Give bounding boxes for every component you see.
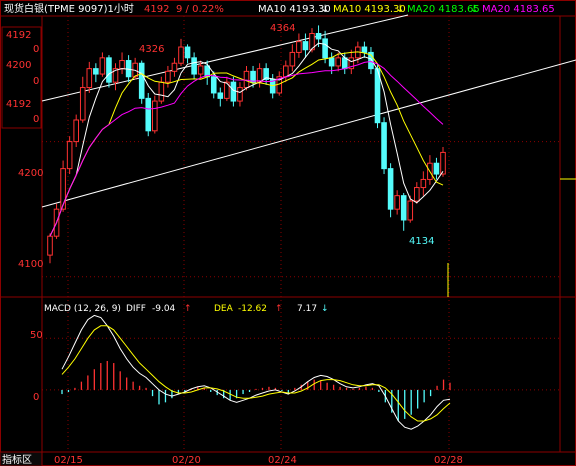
comparison-box-line: 4192 — [6, 30, 31, 41]
macd-axis-label-50: 50 — [30, 330, 43, 341]
candle-body — [158, 81, 165, 102]
candle-body — [171, 62, 178, 72]
candle-body — [99, 57, 106, 75]
annotation-high-2: 4364 — [270, 23, 295, 34]
annotation-low-1: 4134 — [409, 236, 434, 247]
price-change: 9 / 0.22% — [176, 4, 224, 15]
annotation-high-1: 4326 — [139, 44, 164, 55]
comparison-box-line: 0 — [33, 76, 39, 87]
dea-value: -12.62 — [238, 304, 267, 314]
ma10-arrow-a: ↓ — [321, 4, 329, 15]
candle-body — [152, 100, 158, 132]
candle-body — [210, 76, 217, 94]
date-label: 02/20 — [172, 455, 201, 466]
candle-body — [400, 195, 407, 221]
candle-body — [230, 81, 237, 102]
ma20-label-a: MA20 4183.65 — [407, 4, 480, 15]
ma20-label-b: MA20 4183.65 — [482, 4, 555, 15]
ma10-arrow-b: ↓ — [396, 4, 404, 15]
comparison-box-line: 4200 — [6, 60, 31, 71]
candlestick-series — [47, 25, 446, 264]
candle-body — [328, 57, 335, 67]
dea-arrow: ↑ — [275, 304, 283, 314]
candle-body — [86, 68, 93, 89]
diff-arrow: ↑ — [184, 304, 192, 314]
indicator-area-label[interactable]: 指标区 — [2, 453, 32, 466]
macd-value: 7.17 — [297, 304, 317, 314]
macd-label: MACD (12, 26, 9) — [44, 304, 121, 314]
candle-body — [289, 51, 296, 67]
candle-body — [145, 97, 152, 132]
candle-body — [433, 162, 440, 175]
date-label: 02/15 — [54, 455, 83, 466]
candle-body — [60, 168, 66, 210]
ma10-label-a: MA10 4193.30 — [258, 4, 331, 15]
comparison-box: 4192 0 4200 0 4192 0 — [1, 26, 42, 129]
candle-body — [302, 41, 309, 51]
candle-body — [414, 187, 420, 202]
candle-body — [361, 46, 368, 53]
candle-body — [243, 70, 250, 89]
candle-body — [394, 195, 400, 210]
bottom-bar: 指标区 02/15 02/20 02/24 02/28 — [0, 451, 463, 466]
candle-body — [79, 87, 86, 121]
candle-body — [184, 46, 191, 59]
diff-value: -9.04 — [152, 304, 176, 314]
candle-body — [283, 65, 289, 78]
candle-body — [420, 178, 427, 189]
candle-body — [315, 33, 322, 40]
date-label: 02/24 — [268, 455, 297, 466]
dea-label: DEA — [214, 304, 234, 314]
candle-body — [197, 65, 204, 75]
candle-body — [387, 168, 394, 210]
candle-body — [256, 68, 263, 83]
chart-title: 现货白银(TPME 9097)1小时 — [4, 2, 134, 15]
macd-arrow: ↓ — [321, 304, 329, 314]
candle-body — [407, 200, 414, 221]
diff-label: DIFF — [126, 304, 146, 314]
ma10-label-b: MA10 4193.30 — [333, 4, 406, 15]
candle-body — [335, 57, 341, 67]
candle-body — [381, 122, 387, 170]
candle-body — [47, 235, 53, 256]
last-price: 4192 — [144, 4, 169, 15]
price-axis-label-4200: 4200 — [18, 168, 43, 179]
candle-body — [178, 46, 184, 64]
candle-body — [165, 70, 171, 83]
candle-body — [73, 119, 80, 143]
candle-body — [237, 87, 243, 102]
candle-body — [217, 92, 224, 99]
chart-canvas[interactable]: 现货白银(TPME 9097)1小时 4192 9 / 0.22% MA10 4… — [0, 0, 576, 466]
comparison-box-line: 4192 — [6, 99, 31, 110]
macd-series — [61, 314, 451, 430]
candle-body — [106, 57, 112, 83]
macd-axis-label-0: 0 — [33, 392, 39, 403]
candle-body — [93, 68, 99, 75]
candle-body — [191, 57, 197, 75]
price-axis-label-4100: 4100 — [18, 259, 43, 270]
candle-body — [296, 41, 302, 53]
candle-body — [138, 62, 145, 99]
candle-body — [66, 141, 73, 170]
candle-body — [341, 57, 348, 70]
ma20-arrow-a: ↓ — [470, 4, 478, 15]
comparison-box-line: 0 — [33, 44, 39, 55]
candle-body — [440, 151, 446, 175]
comparison-box-line: 0 — [33, 114, 39, 125]
candle-body — [322, 38, 328, 59]
candle-body — [119, 60, 125, 70]
date-label: 02/28 — [434, 455, 463, 466]
